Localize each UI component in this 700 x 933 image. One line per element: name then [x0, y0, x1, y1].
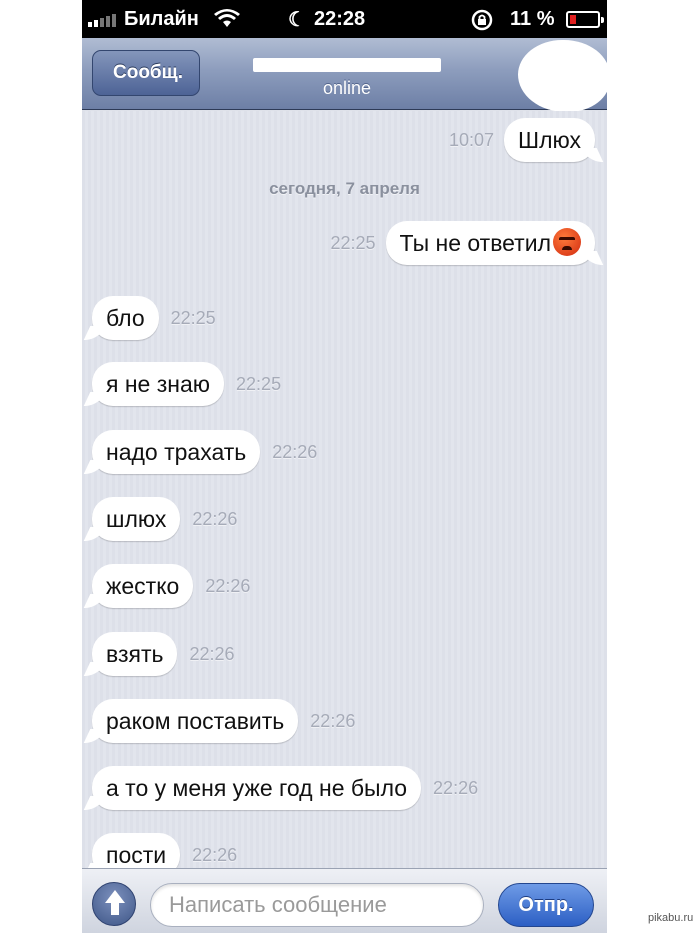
message-bubble[interactable]: а то у меня уже год не было	[92, 766, 422, 810]
message-text: жестко	[106, 573, 180, 599]
message-bubble[interactable]: взять	[92, 632, 178, 676]
message-text: Ты не ответил	[399, 230, 551, 256]
message-time: 22:26	[189, 643, 235, 664]
input-bar: Отпр.	[82, 868, 607, 933]
message-time: 22:26	[272, 441, 318, 462]
back-button-label: Сообщ.	[113, 62, 183, 83]
message-bubble[interactable]: я не знаю	[92, 362, 225, 406]
contact-status: online	[322, 78, 372, 98]
message-row: раком поставить 22:26	[92, 699, 355, 743]
redaction-mark	[253, 58, 441, 72]
message-text: я не знаю	[106, 371, 211, 397]
message-bubble[interactable]: бло	[92, 296, 159, 340]
message-time: 22:25	[170, 307, 216, 328]
contact-name-redacted	[247, 52, 447, 76]
message-bubble[interactable]: надо трахать	[92, 430, 261, 474]
message-text: а то у меня уже год не было	[106, 775, 408, 801]
message-row: взять 22:26	[92, 632, 235, 676]
signal-icon	[88, 14, 116, 27]
message-bubble[interactable]: Шлюх	[504, 118, 595, 162]
battery-percent: 11 %	[510, 8, 555, 30]
send-button[interactable]: Отпр.	[498, 883, 594, 927]
status-bar: Билайн ☾ 22:28 11 %	[82, 0, 607, 38]
back-button[interactable]: Сообщ.	[92, 50, 200, 96]
angry-face-icon	[553, 228, 581, 256]
message-time: 22:26	[205, 575, 251, 596]
watermark: pikabu.ru	[648, 912, 694, 924]
message-row: надо трахать 22:26	[92, 430, 317, 474]
message-time: 22:25	[236, 373, 282, 394]
message-text: бло	[106, 305, 145, 331]
message-text: пости	[106, 842, 167, 868]
message-row: а то у меня уже год не было 22:26	[92, 766, 478, 810]
message-time: 22:26	[192, 844, 238, 865]
message-row: жестко 22:26	[92, 564, 250, 608]
battery-level-fill	[570, 15, 576, 24]
message-row: 10:07 Шлюх	[449, 118, 595, 162]
wifi-icon	[214, 9, 240, 35]
message-row: бло 22:25	[92, 296, 216, 340]
avatar-redacted[interactable]	[518, 40, 607, 112]
message-bubble[interactable]: жестко	[92, 564, 194, 608]
message-text: надо трахать	[106, 439, 247, 465]
rotation-lock-icon	[470, 9, 494, 37]
carrier-name: Билайн	[124, 8, 199, 30]
conversation-area[interactable]: 10:07 Шлюх сегодня, 7 апреля 22:25 Ты не…	[82, 111, 607, 877]
message-row: шлюх 22:26	[92, 497, 237, 541]
message-text: Шлюх	[518, 127, 581, 153]
message-text: раком поставить	[106, 708, 285, 734]
battery-icon	[566, 11, 604, 28]
message-time: 10:07	[448, 129, 494, 150]
message-text: взять	[106, 641, 164, 667]
navigation-bar: Сообщ. online	[82, 38, 607, 112]
message-input[interactable]	[150, 883, 484, 927]
message-row: я не знаю 22:25	[92, 362, 281, 406]
message-time: 22:26	[433, 777, 479, 798]
status-time: 22:28	[314, 8, 366, 30]
message-bubble[interactable]: шлюх	[92, 497, 181, 541]
message-time: 22:26	[310, 710, 356, 731]
message-time: 22:25	[330, 232, 376, 253]
message-time: 22:26	[192, 508, 238, 529]
date-separator: сегодня, 7 апреля	[269, 179, 420, 198]
message-text: шлюх	[106, 506, 167, 532]
attach-arrow-up-icon[interactable]	[92, 882, 136, 926]
phone-screen: Билайн ☾ 22:28 11 % Сообщ. online 10:07 …	[82, 0, 607, 933]
moon-icon: ☾	[288, 9, 306, 31]
message-bubble[interactable]: раком поставить	[92, 699, 299, 743]
message-bubble[interactable]: Ты не ответил	[385, 221, 595, 265]
message-row: 22:25 Ты не ответил	[330, 221, 595, 265]
